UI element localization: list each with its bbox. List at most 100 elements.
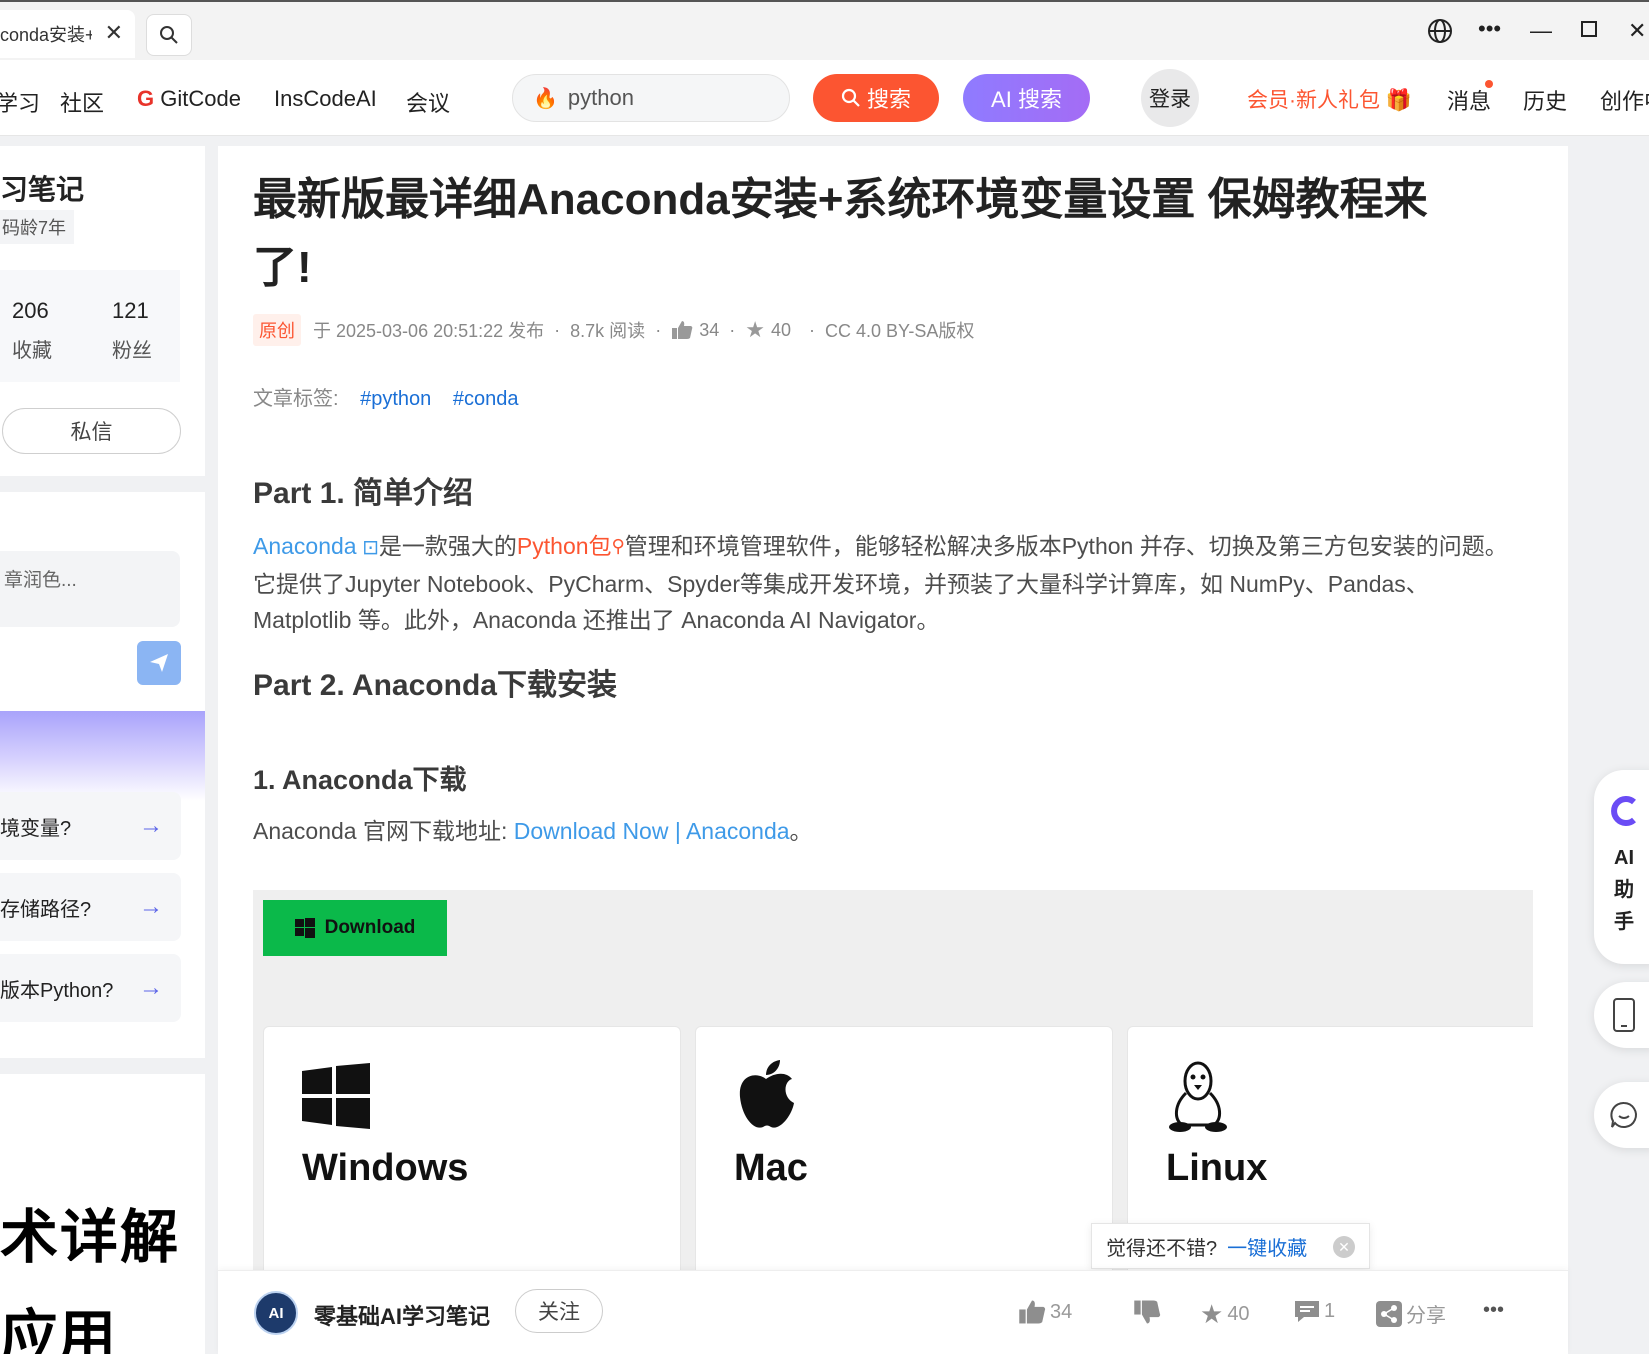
download-suffix: 。 [789, 818, 813, 844]
nav-history[interactable]: 历史 [1523, 84, 1567, 116]
more-menu-icon[interactable]: ••• [1478, 16, 1501, 42]
paper-plane-icon [150, 654, 168, 672]
site-navbar: 学习 社区 G GitCode InsCodeAI 会议 🔥 搜索 AI 搜索 … [0, 60, 1649, 136]
feedback-button[interactable] [1594, 1082, 1649, 1148]
phone-icon [1613, 998, 1635, 1032]
more-actions-icon[interactable]: ••• [1483, 1299, 1504, 1322]
like-count: 34 [699, 319, 720, 340]
browser-titlebar: conda安装+ ✕ ••• — ✕ [0, 0, 1649, 60]
ai-prompt-input[interactable]: 章润色... [0, 551, 180, 627]
ai-search-button[interactable]: AI 搜索 [963, 74, 1090, 122]
favorite-count: 40 [1227, 1303, 1250, 1325]
search-link-icon: ⚲ [611, 536, 625, 556]
send-button[interactable] [137, 641, 181, 685]
ai-questions-banner [0, 711, 205, 801]
license[interactable]: CC 4.0 BY-SA版权 [825, 317, 974, 343]
os-name: Windows [302, 1147, 469, 1189]
thumbs-down-icon [1134, 1300, 1161, 1324]
windows-logo-icon [294, 918, 315, 938]
nav-meeting[interactable]: 会议 [406, 86, 450, 118]
bottom-author-name[interactable]: 零基础AI学习笔记 [314, 1299, 490, 1331]
download-button-label: Download [324, 917, 416, 938]
favorite-button[interactable]: ★ 40 [1200, 1299, 1250, 1330]
maximize-icon[interactable] [1580, 18, 1598, 44]
private-message-button[interactable]: 私信 [2, 408, 181, 454]
minimize-icon[interactable]: — [1530, 18, 1552, 44]
search-icon [841, 88, 860, 107]
nav-messages[interactable]: 消息 [1447, 84, 1491, 116]
search-input[interactable] [567, 85, 768, 111]
anaconda-link[interactable]: Anaconda [253, 533, 357, 559]
tab-title: conda安装+ [0, 25, 92, 45]
favorite-meta[interactable]: ★ 40 [745, 317, 791, 343]
nav-create[interactable]: 创作中 [1600, 84, 1649, 116]
download-link[interactable]: Download Now | Anaconda [514, 818, 790, 844]
part1-paragraph: Anaconda ⊡是一款强大的Python包⚲管理和环境管理软件，能够轻松解决… [253, 528, 1513, 638]
login-button[interactable]: 登录 [1141, 69, 1199, 127]
meta-separator: · [554, 319, 561, 340]
tag-python[interactable]: #python [360, 388, 431, 410]
read-count: 8.7k 阅读 [570, 321, 646, 341]
star-icon: ★ [745, 317, 765, 342]
tab-search-button[interactable] [146, 14, 192, 56]
meta-separator: · [655, 319, 662, 340]
download-button[interactable]: Download [263, 900, 447, 956]
nav-gitcode-label: GitCode [160, 86, 241, 111]
article-title: 最新版最详细Anaconda安装+系统环境变量设置 保姆教程来了! [253, 175, 1428, 292]
original-badge: 原创 [253, 314, 301, 346]
vip-label: 会员·新人礼包 [1247, 89, 1380, 112]
tag-conda[interactable]: #conda [453, 388, 519, 410]
mobile-view-button[interactable] [1594, 982, 1649, 1048]
nav-gitcode[interactable]: G GitCode [137, 86, 241, 112]
suggested-question[interactable]: 境变量? → [0, 792, 181, 860]
article-tags: 文章标签: #python #conda [253, 382, 518, 411]
linux-penguin-icon [1169, 1061, 1227, 1132]
ai-assistant-float[interactable]: AI助手 [1594, 770, 1649, 964]
thumbs-up-icon [1019, 1300, 1046, 1324]
one-click-favorite-link[interactable]: 一键收藏 [1227, 1232, 1307, 1261]
os-name: Mac [734, 1147, 808, 1189]
dislike-button[interactable] [1133, 1299, 1161, 1325]
author-avatar[interactable]: AI [254, 1291, 298, 1335]
chat-bubble-icon [1610, 1101, 1637, 1128]
download-prefix: Anaconda 官网下载地址: [253, 818, 508, 844]
like-count: 34 [1050, 1300, 1073, 1323]
search-button-label: 搜索 [866, 87, 911, 112]
nav-community[interactable]: 社区 [60, 86, 104, 118]
gift-icon: 🎁 [1385, 89, 1412, 112]
comment-button[interactable]: 1 [1294, 1299, 1335, 1323]
part1-text-a: 是一款强大的 [378, 533, 517, 559]
article-main: 最新版最详细Anaconda安装+系统环境变量设置 保姆教程来了! 原创 于 2… [218, 146, 1568, 1354]
python-package-link[interactable]: Python包 [517, 533, 612, 559]
apple-logo-icon [739, 1060, 794, 1128]
notification-dot [1485, 80, 1493, 88]
nav-inscodeai[interactable]: InsCodeAI [274, 86, 377, 112]
close-window-icon[interactable]: ✕ [1628, 18, 1646, 44]
arrow-right-icon: → [139, 893, 163, 920]
suggested-question[interactable]: 存储路径? → [0, 873, 181, 941]
close-toast-icon[interactable]: ✕ [1333, 1236, 1355, 1258]
globe-icon[interactable] [1427, 18, 1453, 50]
search-box[interactable]: 🔥 [512, 74, 790, 122]
tab-close-icon[interactable]: ✕ [105, 20, 123, 46]
like-button[interactable]: 34 [1018, 1299, 1072, 1325]
promo-title-line2: 应用 [0, 1305, 117, 1354]
share-button[interactable]: 分享 [1376, 1299, 1446, 1328]
author-name[interactable]: 习笔记 [0, 168, 84, 208]
publish-time: 于 2025-03-06 20:51:22 发布 [313, 321, 545, 341]
download-line: Anaconda 官网下载地址: Download Now | Anaconda… [253, 812, 813, 846]
ai-assistant-label: AI助手 [1614, 847, 1634, 933]
follow-button[interactable]: 关注 [515, 1289, 603, 1333]
star-icon: ★ [1200, 1299, 1224, 1329]
share-label: 分享 [1406, 1305, 1446, 1327]
nav-learn[interactable]: 学习 [0, 86, 40, 118]
meta-separator: · [808, 319, 815, 340]
search-button[interactable]: 搜索 [813, 74, 939, 122]
like-meta[interactable]: 34 [671, 320, 719, 341]
suggested-question[interactable]: 版本Python? → [0, 954, 181, 1022]
share-icon [1376, 1300, 1402, 1327]
author-age-badge: 码龄7年 [0, 210, 74, 244]
arrow-right-icon: → [139, 974, 163, 1001]
browser-tab[interactable]: conda安装+ ✕ [0, 10, 135, 58]
vip-gift-link[interactable]: 会员·新人礼包 🎁 [1247, 84, 1412, 114]
